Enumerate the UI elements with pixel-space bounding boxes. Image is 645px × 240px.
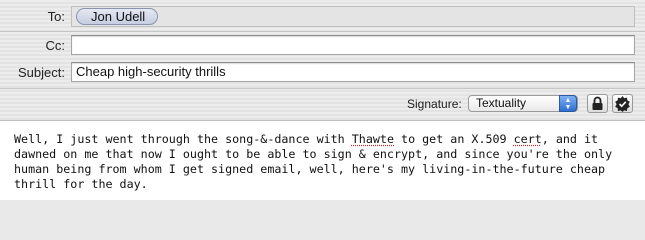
to-field[interactable]: Jon Udell xyxy=(71,6,635,27)
subject-field[interactable]: Cheap high-security thrills xyxy=(71,62,635,82)
divider xyxy=(0,31,645,32)
body-text-segment: to get an X.509 xyxy=(394,132,514,146)
signature-bar: Signature: Textuality ▲ ▼ xyxy=(0,89,645,119)
sign-button[interactable] xyxy=(612,94,633,113)
message-body[interactable]: Well, I just went through the song-&-dan… xyxy=(0,120,645,200)
signature-select[interactable]: Textuality ▲ ▼ xyxy=(468,95,578,112)
signature-select-value: Textuality xyxy=(476,96,527,110)
cc-label: Cc: xyxy=(45,38,66,53)
misspelled-word: Thawte xyxy=(351,132,394,146)
to-row: To: Jon Udell xyxy=(0,6,645,28)
cc-row: Cc: xyxy=(0,34,645,56)
subject-label: Subject: xyxy=(18,65,65,80)
signature-label: Signature: xyxy=(407,97,462,111)
body-text-segment: Well, I just went through the song-&-dan… xyxy=(14,132,352,146)
subject-row: Subject: Cheap high-security thrills xyxy=(0,61,645,83)
recipient-token[interactable]: Jon Udell xyxy=(76,8,159,25)
encrypt-button[interactable] xyxy=(587,94,608,113)
misspelled-word: cert xyxy=(513,132,542,146)
lock-icon xyxy=(592,96,603,110)
certificate-badge-icon xyxy=(615,96,630,112)
to-label: To: xyxy=(47,9,65,24)
chevron-updown-icon: ▲ ▼ xyxy=(559,95,577,112)
cc-field[interactable] xyxy=(71,35,635,55)
